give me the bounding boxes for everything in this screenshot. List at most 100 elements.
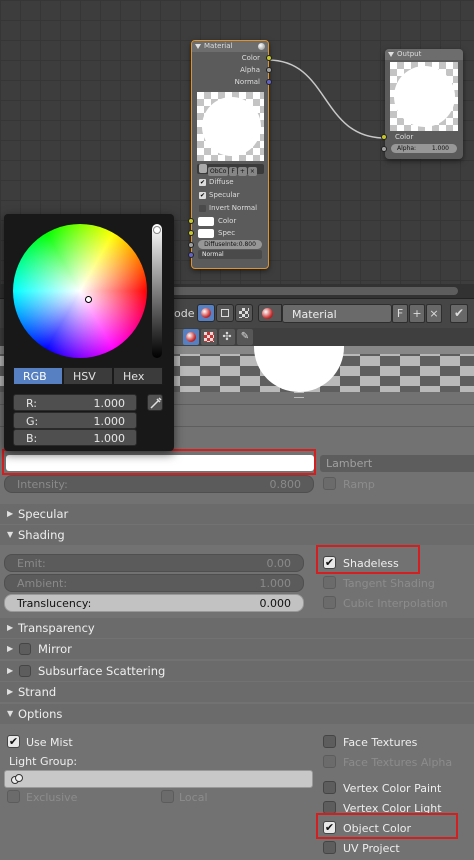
composite-nodes-icon[interactable]	[216, 304, 234, 322]
color-wheel-cursor[interactable]	[85, 296, 92, 303]
tangent-shading-checkbox[interactable]	[323, 576, 336, 589]
emit-field[interactable]: Emit: 0.00	[4, 554, 304, 572]
material-sphere-icon[interactable]	[199, 164, 207, 173]
material-name-field[interactable]: Material	[282, 304, 392, 323]
expand-icon: ▶	[7, 623, 14, 632]
add-icon[interactable]: +	[237, 167, 247, 176]
red-channel-field[interactable]: R: 1.000	[13, 394, 137, 411]
channel-value: 1.000	[93, 397, 126, 410]
value-slider-knob[interactable]	[153, 226, 161, 234]
translucency-field[interactable]: Translucency: 0.000	[4, 594, 304, 612]
color-picker-popup[interactable]: RGB HSV Hex R: 1.000 G: 1.000 B: 1.000	[4, 214, 174, 451]
color-wheel[interactable]	[13, 224, 147, 358]
face-textures-checkbox[interactable]	[323, 735, 336, 748]
fake-user-button[interactable]: F	[229, 167, 237, 176]
light-group-field[interactable]	[4, 770, 313, 788]
panel-mirror[interactable]: ▶ Mirror	[0, 639, 474, 659]
local-label: Local	[179, 791, 208, 804]
socket-normal-out[interactable]	[266, 79, 272, 85]
socket-spec-in[interactable]	[188, 230, 194, 236]
material-browse-icon[interactable]	[258, 304, 282, 322]
use-mist-label: Use Mist	[26, 736, 73, 749]
socket-output-alpha-in[interactable]	[381, 146, 387, 152]
socket-color-out[interactable]	[266, 55, 272, 61]
color-swatch[interactable]	[198, 228, 214, 238]
panel-transparency[interactable]: ▶ Transparency	[0, 618, 474, 638]
resize-handle-icon[interactable]	[294, 392, 304, 398]
panel-strand[interactable]: ▶ Strand	[0, 682, 474, 702]
normal-dropdown[interactable]: Normal	[198, 250, 262, 259]
color-swatch[interactable]	[198, 216, 214, 226]
collapse-icon[interactable]	[195, 44, 201, 49]
tab-rgb[interactable]: RGB	[13, 367, 63, 385]
exclusive-checkbox[interactable]	[7, 790, 20, 803]
panel-subsurface-scattering[interactable]: ▶ Subsurface Scattering	[0, 661, 474, 681]
color-mode-tabs: RGB HSV Hex	[13, 367, 163, 385]
output-node-header[interactable]: Output	[385, 49, 463, 60]
socket-diffuse-in[interactable]	[188, 242, 194, 248]
output-node-preview	[390, 62, 458, 131]
vertex-color-paint-label: Vertex Color Paint	[343, 782, 442, 795]
diffuse-intensity-field[interactable]: DiffuseInte:0.800	[198, 240, 262, 249]
collapse-icon[interactable]	[388, 52, 394, 57]
alpha-field[interactable]: Alpha: 1.000	[391, 144, 457, 153]
diffuse-intensity-field[interactable]: Intensity: 0.800	[4, 475, 314, 493]
ambient-field[interactable]: Ambient: 1.000	[4, 574, 304, 592]
diffuse-shader-dropdown[interactable]: Lambert	[320, 455, 474, 472]
shader-nodes-icon[interactable]	[197, 304, 215, 322]
use-nodes-checkbox[interactable]: ✔	[450, 304, 468, 323]
socket-label: Alpha	[240, 66, 260, 74]
ramp-checkbox[interactable]	[323, 477, 336, 490]
socket-color-in[interactable]	[188, 218, 194, 224]
input-diffuse-intensity: DiffuseInte:0.800	[188, 240, 268, 249]
cubic-interpolation-checkbox[interactable]	[323, 596, 336, 609]
output-node[interactable]: Output Color Alpha: 1.000	[381, 49, 463, 159]
value-slider[interactable]	[152, 224, 162, 358]
uv-project-checkbox[interactable]	[323, 841, 336, 854]
socket-alpha-out[interactable]	[266, 67, 272, 73]
node-check-invert-normal[interactable]: Invert Normal	[192, 202, 268, 215]
expand-icon: ▶	[7, 666, 14, 675]
socket-output-color-in[interactable]	[381, 134, 387, 140]
material-mini-name[interactable]: ObCo	[208, 167, 229, 176]
material-selector[interactable]: ObCo F + ×	[197, 164, 264, 176]
material-node[interactable]: Material Color Alpha Normal ObCo F + × ✔ Dif…	[188, 40, 272, 269]
tab-texture-icon[interactable]	[201, 329, 217, 345]
tab-hex[interactable]: Hex	[113, 367, 163, 385]
local-checkbox[interactable]	[161, 790, 174, 803]
blue-channel-field[interactable]: B: 1.000	[13, 429, 137, 446]
green-channel-field[interactable]: G: 1.000	[13, 412, 137, 429]
tab-physics-icon[interactable]: ✣	[219, 329, 235, 345]
checkbox-icon[interactable]: ✔	[199, 178, 206, 186]
vertex-color-paint-checkbox[interactable]	[323, 781, 336, 794]
mirror-checkbox[interactable]	[19, 643, 31, 655]
preview-toggle-icon[interactable]	[258, 43, 265, 50]
eyedropper-icon[interactable]	[147, 394, 163, 411]
socket-normal-in[interactable]	[188, 252, 194, 258]
panel-options[interactable]: ▼ Options	[0, 704, 474, 724]
alpha-value: 1.000	[431, 145, 449, 152]
checkbox-icon[interactable]	[199, 204, 206, 212]
use-mist-checkbox[interactable]: ✔	[7, 735, 20, 748]
output-input-color: Color	[381, 131, 463, 143]
tab-brush-icon[interactable]: ✎	[237, 329, 253, 345]
mode-label[interactable]: ode	[174, 307, 194, 320]
panel-shading[interactable]: ▼ Shading	[0, 525, 474, 545]
panel-specular[interactable]: ▶ Specular	[0, 504, 474, 524]
panel-title: Shading	[18, 528, 65, 542]
output-alpha: Alpha	[192, 64, 272, 76]
node-check-specular[interactable]: ✔ Specular	[192, 189, 268, 202]
node-check-diffuse[interactable]: ✔ Diffuse	[192, 176, 268, 189]
sss-checkbox[interactable]	[19, 665, 31, 677]
fake-user-button[interactable]: F	[392, 304, 408, 323]
checkbox-icon[interactable]: ✔	[199, 191, 206, 199]
unlink-material-icon[interactable]: ×	[426, 304, 442, 323]
material-node-header[interactable]: Material	[192, 41, 268, 52]
texture-nodes-icon[interactable]	[235, 304, 253, 322]
highlight-diffuse-color	[2, 449, 316, 475]
face-textures-alpha-checkbox[interactable]	[323, 755, 336, 768]
tab-material-icon[interactable]	[183, 329, 199, 345]
add-material-icon[interactable]: +	[409, 304, 425, 323]
tab-hsv[interactable]: HSV	[63, 367, 113, 385]
close-icon[interactable]: ×	[247, 167, 257, 176]
